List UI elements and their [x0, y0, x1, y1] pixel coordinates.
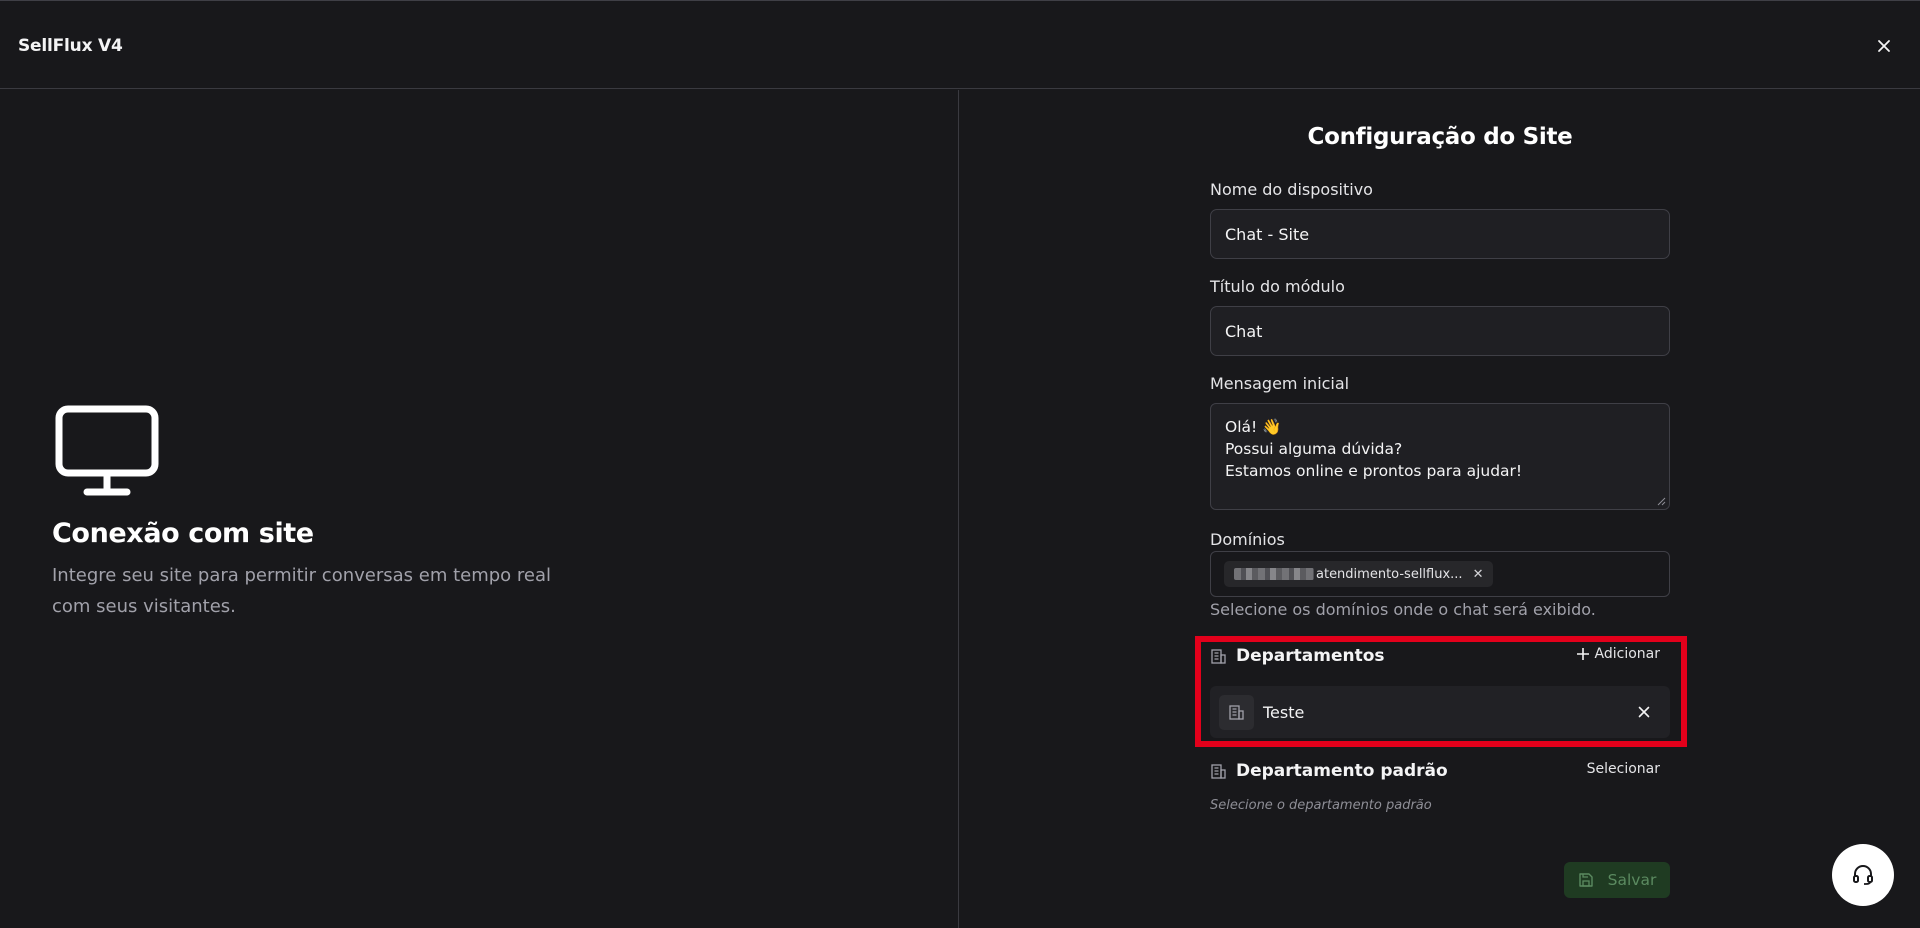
app-title: SellFlux V4	[18, 36, 123, 56]
remove-domain-button[interactable]: ✕	[1473, 567, 1484, 582]
default-department-hint: Selecione o departamento padrão	[1210, 798, 1432, 813]
modal-header: SellFlux V4	[0, 1, 1920, 89]
message-line: Estamos online e prontos para ajudar!	[1225, 462, 1523, 480]
close-button[interactable]	[1872, 34, 1896, 58]
initial-message-label: Mensagem inicial	[1210, 374, 1350, 393]
redacted-domain	[1234, 568, 1314, 580]
panel-divider	[958, 90, 959, 928]
save-button[interactable]: Salvar	[1564, 862, 1670, 898]
domain-chip-text: atendimento-sellflux...	[1316, 566, 1463, 582]
default-department-header: Departamento padrão Selecionar	[1210, 759, 1670, 783]
message-line: Olá! 👋	[1225, 418, 1282, 436]
form-title: Configuração do Site	[1307, 124, 1573, 150]
domain-chip: atendimento-sellflux... ✕	[1224, 561, 1494, 587]
select-default-department-button[interactable]: Selecionar	[1587, 761, 1660, 777]
close-icon	[1878, 40, 1890, 52]
save-icon	[1578, 873, 1593, 887]
domains-hint: Selecione os domínios onde o chat será e…	[1210, 600, 1596, 619]
save-label: Salvar	[1607, 871, 1657, 889]
intro-title: Conexão com site	[52, 518, 314, 549]
monitor-icon	[55, 405, 159, 496]
intro-description: Integre seu site para permitir conversas…	[52, 565, 552, 617]
headset-icon	[1853, 865, 1873, 885]
domains-label: Domínios	[1210, 530, 1285, 549]
intro-panel: Conexão com site Integre seu site para p…	[52, 405, 612, 622]
resize-grip-icon[interactable]	[1656, 496, 1666, 506]
module-title-value: Chat	[1225, 321, 1263, 341]
departments-highlight	[1195, 636, 1687, 747]
building-icon	[1211, 763, 1226, 779]
default-department-title: Departamento padrão	[1236, 761, 1448, 781]
module-title-label: Título do módulo	[1210, 277, 1345, 296]
message-line: Possui alguma dúvida?	[1225, 440, 1403, 458]
device-name-input[interactable]: Chat - Site	[1210, 209, 1670, 259]
device-name-label: Nome do dispositivo	[1210, 180, 1373, 199]
domains-input[interactable]: atendimento-sellflux... ✕	[1210, 551, 1670, 597]
select-label: Selecionar	[1586, 761, 1660, 777]
initial-message-textarea[interactable]: Olá! 👋 Possui alguma dúvida? Estamos onl…	[1210, 403, 1670, 510]
support-chat-button[interactable]	[1832, 844, 1894, 906]
device-name-value: Chat - Site	[1225, 224, 1310, 244]
module-title-input[interactable]: Chat	[1210, 306, 1670, 356]
